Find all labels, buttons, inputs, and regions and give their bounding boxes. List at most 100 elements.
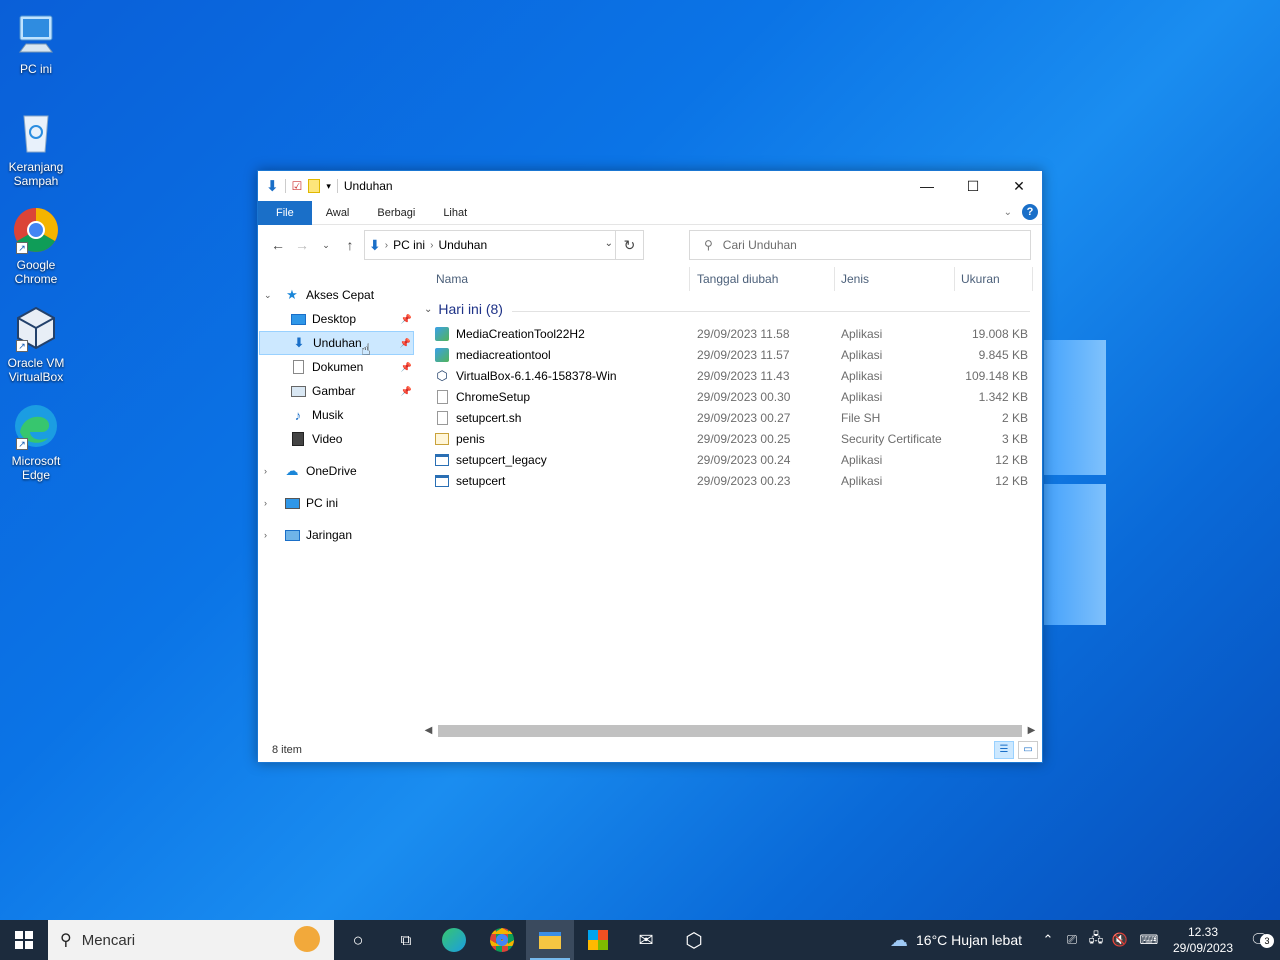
- start-button[interactable]: [0, 920, 48, 960]
- pin-icon: 📌: [400, 361, 412, 372]
- chevron-down-icon[interactable]: ⌄: [264, 290, 274, 301]
- task-view-button[interactable]: ⧉: [382, 920, 430, 960]
- chevron-right-icon[interactable]: ›: [264, 466, 274, 476]
- file-row[interactable]: mediacreationtool 29/09/2023 11.57 Aplikas…: [434, 344, 1030, 365]
- file-row[interactable]: setupcert 29/09/2023 00.23 Aplikasi 12 KB: [434, 470, 1030, 491]
- column-header-type[interactable]: Jenis: [841, 265, 869, 293]
- notification-count-badge: 3: [1260, 934, 1274, 948]
- file-row[interactable]: penis 29/09/2023 00.25 Security Certificat…: [434, 428, 1030, 449]
- nav-item-videos[interactable]: Video: [258, 427, 414, 451]
- app-window-icon: [434, 452, 450, 468]
- weather-widget[interactable]: ☁ 16°C Hujan lebat: [890, 930, 1022, 951]
- refresh-button[interactable]: ↻: [615, 231, 643, 259]
- nav-network[interactable]: › Jaringan: [258, 523, 414, 547]
- tab-file[interactable]: File: [258, 200, 312, 225]
- window-title: Unduhan: [343, 179, 393, 193]
- cortana-button[interactable]: ○: [334, 920, 382, 960]
- nav-item-music[interactable]: ♪ Musik: [258, 403, 414, 427]
- taskbar-search-box[interactable]: ⚲ Mencari: [48, 920, 334, 960]
- group-header-today[interactable]: ⌄ Hari ini (8): [424, 301, 1030, 317]
- chevron-right-icon: ›: [384, 239, 389, 251]
- keyboard-icon[interactable]: ⌨: [1132, 932, 1166, 948]
- chevron-right-icon[interactable]: ›: [264, 498, 274, 508]
- tab-home[interactable]: Awal: [312, 201, 364, 225]
- desktop-icon-chrome[interactable]: ↗ Google Chrome: [4, 206, 68, 286]
- title-bar[interactable]: ⬇ ☑ ▾ Unduhan — ☐ ✕: [258, 171, 1042, 201]
- system-tray: ☁ 16°C Hujan lebat ⌃ ⎚ 🖧 🔇 ⌨ 12.33 29/09…: [890, 920, 1280, 960]
- setup-icon: [434, 326, 450, 342]
- taskbar-file-explorer[interactable]: [526, 920, 574, 960]
- large-icons-view-button[interactable]: ▭: [1018, 741, 1038, 759]
- scrollbar-thumb[interactable]: [438, 724, 1022, 737]
- desktop-icon-edge[interactable]: ↗ Microsoft Edge: [4, 402, 68, 482]
- file-name: setupcert.sh: [456, 410, 522, 425]
- chevron-up-icon[interactable]: ⌃: [1036, 932, 1060, 948]
- pictures-folder-icon: [290, 383, 306, 399]
- file-row[interactable]: setupcert.sh 29/09/2023 00.27 File SH 2 KB: [434, 407, 1030, 428]
- nav-item-downloads[interactable]: ⬇ Unduhan 📌: [259, 331, 414, 355]
- maximize-button[interactable]: ☐: [950, 171, 996, 201]
- nav-item-documents[interactable]: Dokumen 📌: [258, 355, 414, 379]
- nav-this-pc[interactable]: › PC ini: [258, 491, 414, 515]
- status-bar: 8 item ☰ ▭: [258, 738, 1042, 762]
- file-row[interactable]: MediaCreationTool22H2 29/09/2023 11.58 Apl…: [434, 323, 1030, 344]
- minimize-button[interactable]: —: [904, 171, 950, 201]
- scroll-left-icon[interactable]: ◀: [420, 725, 437, 736]
- volume-muted-icon[interactable]: 🔇: [1108, 932, 1132, 948]
- file-size: 12 KB: [995, 473, 1028, 488]
- chevron-down-icon: ⌄: [424, 303, 433, 315]
- task-view-icon: ⧉: [400, 931, 412, 949]
- meet-now-icon[interactable]: ⎚: [1060, 932, 1084, 948]
- desktop-folder-icon: [290, 311, 306, 327]
- address-dropdown-icon[interactable]: ⌄: [605, 238, 613, 249]
- breadcrumb-pc[interactable]: PC ini: [393, 238, 425, 252]
- desktop-icon-virtualbox[interactable]: ↗ Oracle VM VirtualBox: [4, 304, 68, 384]
- action-center-button[interactable]: 🗨 3: [1240, 930, 1280, 950]
- scroll-right-icon[interactable]: ▶: [1023, 725, 1040, 736]
- address-bar[interactable]: ⬇ › PC ini › Unduhan ⌄ ↻: [364, 230, 644, 260]
- up-button[interactable]: ↑: [338, 237, 362, 253]
- taskbar-search-placeholder: Mencari: [81, 931, 136, 949]
- navigation-bar: ← → ⌄ ↑ ⬇ › PC ini › Unduhan ⌄ ↻ ⚲ Cari …: [258, 225, 1042, 265]
- customize-qat-icon[interactable]: ▾: [326, 181, 331, 192]
- nav-item-pictures[interactable]: Gambar 📌: [258, 379, 414, 403]
- clock[interactable]: 12.33 29/09/2023: [1166, 924, 1240, 956]
- column-header-size[interactable]: Ukuran: [961, 265, 1000, 293]
- nav-quick-access[interactable]: ⌄ ★ Akses Cepat: [258, 283, 414, 307]
- details-view-button[interactable]: ☰: [994, 741, 1014, 759]
- taskbar-virtualbox[interactable]: ⬡: [670, 920, 718, 960]
- taskbar-edge[interactable]: [430, 920, 478, 960]
- desktop-icon-recycle-bin[interactable]: Keranjang Sampah: [4, 108, 68, 188]
- properties-icon[interactable]: ☑: [292, 179, 303, 193]
- recent-locations-icon[interactable]: ⌄: [314, 240, 338, 251]
- file-date: 29/09/2023 00.23: [697, 473, 791, 488]
- taskbar-chrome[interactable]: [478, 920, 526, 960]
- search-input[interactable]: ⚲ Cari Unduhan: [689, 230, 1031, 260]
- tab-share[interactable]: Berbagi: [363, 201, 429, 225]
- file-row[interactable]: ChromeSetup 29/09/2023 00.30 Aplikasi 1.342…: [434, 386, 1030, 407]
- taskbar-store[interactable]: [574, 920, 622, 960]
- downloads-folder-icon: ⬇: [293, 335, 305, 350]
- chevron-right-icon[interactable]: ›: [264, 530, 274, 540]
- column-header-date[interactable]: Tanggal diubah: [697, 265, 778, 293]
- file-row[interactable]: ⬡ VirtualBox-6.1.46-158378-Win 29/09/2023 …: [434, 365, 1030, 386]
- back-button[interactable]: ←: [266, 237, 290, 253]
- new-folder-icon[interactable]: [308, 179, 321, 193]
- file-row[interactable]: setupcert_legacy 29/09/2023 00.24 Aplikasi…: [434, 449, 1030, 470]
- shortcut-arrow-icon: ↗: [16, 242, 28, 254]
- desktop-icon-pc[interactable]: PC ini: [4, 10, 68, 76]
- nav-onedrive[interactable]: › ☁ OneDrive: [258, 459, 414, 483]
- forward-button[interactable]: →: [290, 237, 314, 253]
- close-button[interactable]: ✕: [996, 171, 1042, 201]
- pin-icon: 📌: [399, 337, 411, 348]
- ribbon-tabs: File Awal Berbagi Lihat ⌄ ?: [258, 200, 1042, 225]
- breadcrumb-downloads[interactable]: Unduhan: [438, 238, 487, 252]
- tab-view[interactable]: Lihat: [429, 201, 481, 225]
- expand-ribbon-icon[interactable]: ⌄: [1004, 207, 1012, 218]
- taskbar-mail[interactable]: ✉: [622, 920, 670, 960]
- help-icon[interactable]: ?: [1022, 204, 1038, 220]
- horizontal-scrollbar[interactable]: ◀ ▶: [420, 722, 1040, 739]
- nav-item-desktop[interactable]: Desktop 📌: [258, 307, 414, 331]
- network-icon[interactable]: 🖧: [1084, 929, 1108, 951]
- column-header-name[interactable]: Nama: [436, 265, 468, 293]
